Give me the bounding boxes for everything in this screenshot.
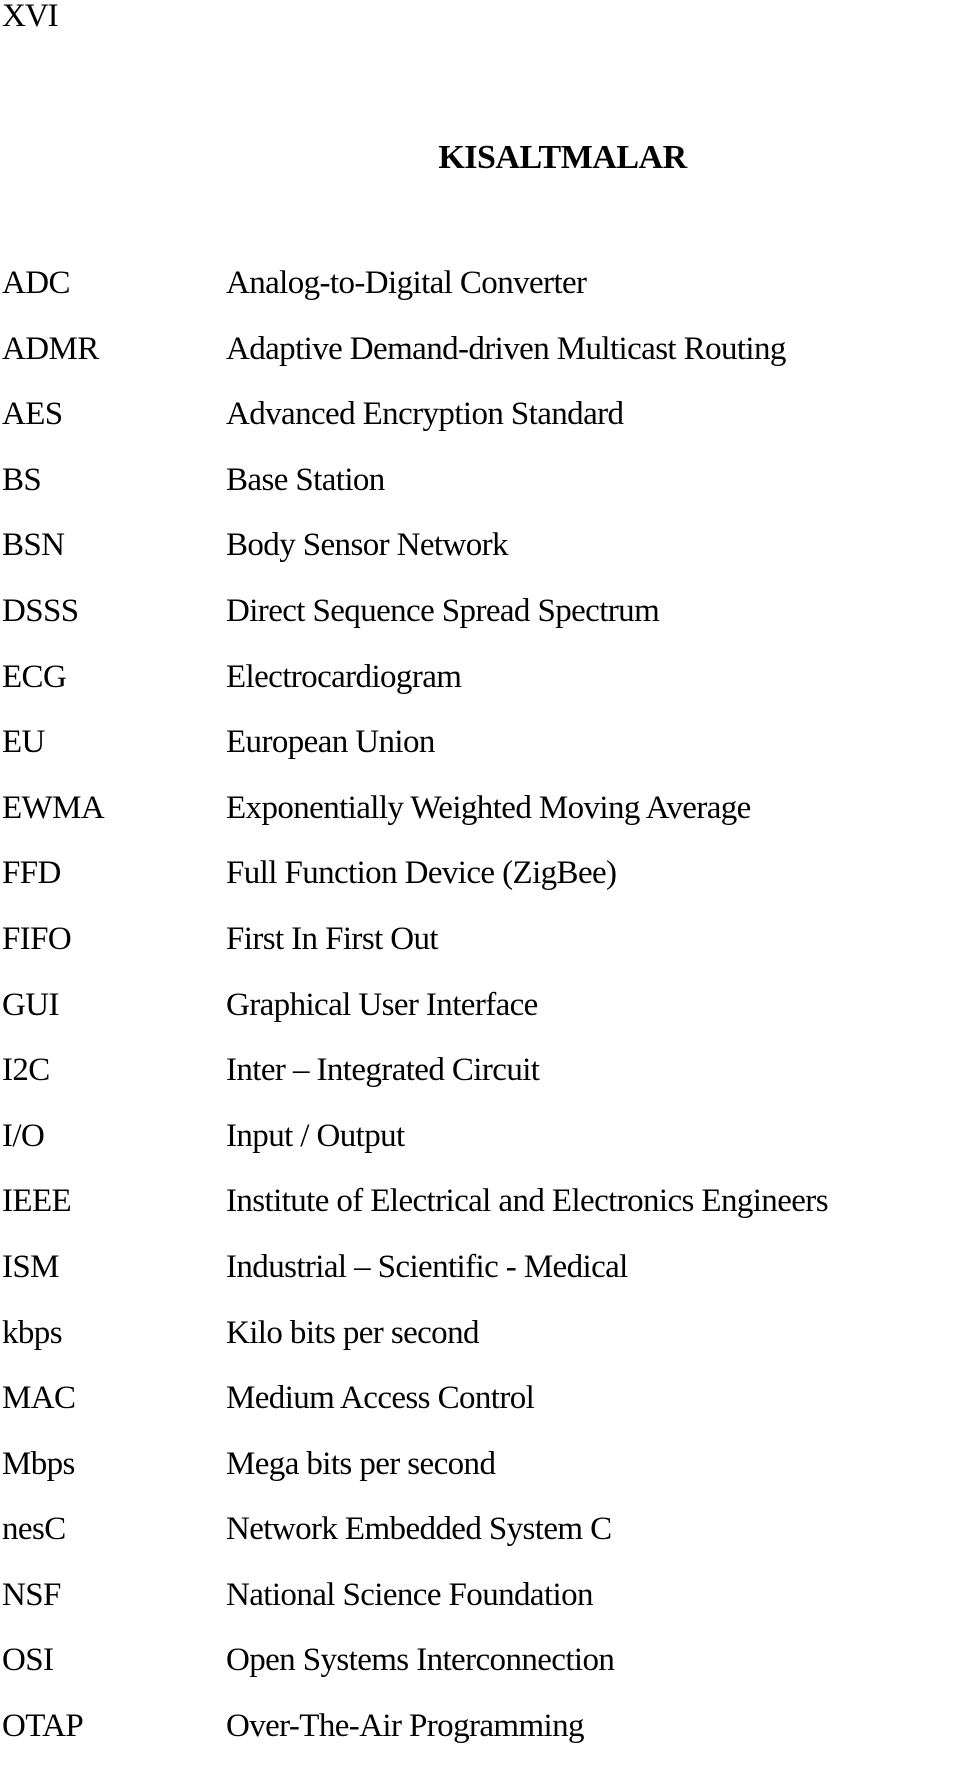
abbreviation-term: nesC [2,1511,66,1548]
abbreviation-term: DSSS [2,592,79,629]
abbreviation-term: BS [2,461,42,498]
abbreviation-definition: Adaptive Demand-driven Multicast Routing [226,330,786,367]
abbreviation-row: FIFO First In First Out [0,919,960,985]
abbreviation-row: BS Base Station [0,460,960,526]
abbreviation-definition: Kilo bits per second [226,1314,479,1351]
abbreviation-definition: European Union [226,724,435,761]
abbreviation-row: IEEE Institute of Electrical and Electro… [0,1181,960,1247]
abbreviation-row: OSI Open Systems Interconnection [0,1640,960,1706]
abbreviation-definition: National Science Foundation [226,1576,593,1613]
abbreviation-row: nesC Network Embedded System C [0,1509,960,1575]
abbreviation-term: MAC [2,1380,76,1417]
abbreviation-row: ADC Analog-to-Digital Converter [0,263,960,329]
abbreviation-definition: Body Sensor Network [226,527,509,564]
abbreviation-row: FFD Full Function Device (ZigBee) [0,853,960,919]
abbreviation-row: Mbps Mega bits per second [0,1444,960,1510]
abbreviation-term: NSF [2,1576,61,1613]
abbreviation-definition: Full Function Device (ZigBee) [226,855,617,892]
abbreviation-term: OSI [2,1642,54,1679]
abbreviation-term: GUI [2,986,59,1023]
abbreviation-term: EWMA [2,789,105,826]
abbreviation-row: I/O Input / Output [0,1116,960,1182]
abbreviation-term: BSN [2,527,65,564]
abbreviation-definition: Medium Access Control [226,1380,535,1417]
abbreviation-row: NSF National Science Foundation [0,1575,960,1641]
abbreviation-row: EWMA Exponentially Weighted Moving Avera… [0,788,960,854]
abbreviation-term: ADMR [2,330,99,367]
abbreviation-row: OTAP Over-The-Air Programming [0,1706,960,1772]
abbreviation-term: FFD [2,855,61,892]
abbreviation-term: I2C [2,1052,50,1089]
page-number: XVI [2,0,59,34]
abbreviation-definition: Graphical User Interface [226,986,538,1023]
abbreviation-term: AES [2,396,63,433]
abbreviation-row: I2C Inter – Integrated Circuit [0,1050,960,1116]
abbreviation-term: kbps [2,1314,63,1351]
abbreviation-definition: Network Embedded System C [226,1511,612,1548]
abbreviation-term: FIFO [2,920,72,957]
abbreviation-term: Mbps [2,1445,75,1482]
abbreviation-definition: Analog-to-Digital Converter [226,265,587,301]
abbreviation-row: EU European Union [0,722,960,788]
abbreviation-term: ECG [2,658,67,695]
abbreviation-definition: Industrial – Scientific - Medical [226,1248,628,1285]
abbreviation-definition: Institute of Electrical and Electronics … [226,1183,829,1220]
abbreviation-definition: Inter – Integrated Circuit [226,1052,540,1089]
abbreviation-definition: Exponentially Weighted Moving Average [226,789,751,826]
abbreviation-definition: Advanced Encryption Standard [226,396,624,433]
abbreviation-row: AES Advanced Encryption Standard [0,394,960,460]
abbreviation-term: I/O [2,1117,45,1154]
abbreviation-row: BSN Body Sensor Network [0,525,960,591]
abbreviation-row: ISM Industrial – Scientific - Medical [0,1247,960,1313]
abbreviation-definition: First In First Out [226,920,439,957]
abbreviation-definition: Over-The-Air Programming [226,1708,585,1745]
abbreviation-term: EU [2,724,45,761]
abbreviation-definition: Input / Output [226,1117,405,1154]
abbreviation-term: IEEE [2,1183,72,1220]
abbreviation-row: DSSS Direct Sequence Spread Spectrum [0,591,960,657]
abbreviation-term: OTAP [2,1708,84,1745]
page-title: KISALTMALAR [438,139,687,176]
abbreviation-row: MAC Medium Access Control [0,1378,960,1444]
abbreviation-row: ADMR Adaptive Demand-driven Multicast Ro… [0,329,960,395]
abbreviation-term: ISM [2,1248,59,1285]
abbreviation-term: ADC [2,265,70,301]
abbreviation-row: GUI Graphical User Interface [0,985,960,1051]
abbreviation-definition: Base Station [226,461,385,498]
abbreviation-definition: Direct Sequence Spread Spectrum [226,592,660,629]
abbreviation-definition: Mega bits per second [226,1445,496,1482]
abbreviation-definition: Electrocardiogram [226,658,462,695]
abbreviation-list: ADC Analog-to-Digital Converter ADMR Ada… [0,263,960,1772]
abbreviation-row: ECG Electrocardiogram [0,657,960,723]
abbreviation-row: kbps Kilo bits per second [0,1313,960,1379]
abbreviation-definition: Open Systems Interconnection [226,1642,615,1679]
